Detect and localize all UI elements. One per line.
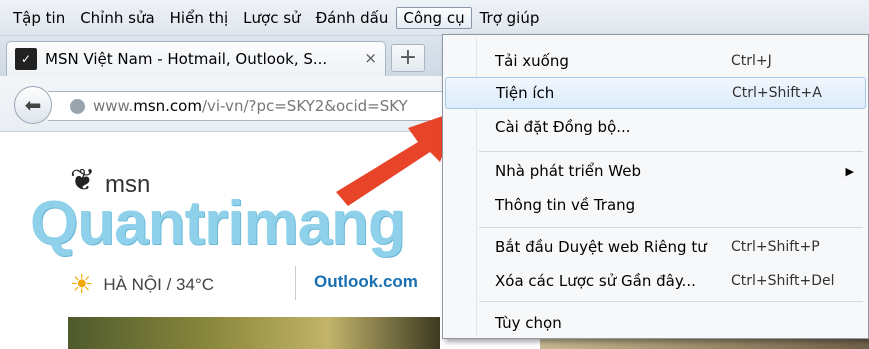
menu-item-sync-settings[interactable]: Cài đặt Đồng bộ...	[445, 111, 866, 143]
outlook-link[interactable]: Outlook.com	[314, 272, 418, 292]
menu-help[interactable]: Trợ giúp	[473, 7, 547, 29]
partly-cloudy-icon: ☀	[70, 269, 94, 299]
url-domain: msn.com	[133, 97, 202, 115]
menu-file[interactable]: Tập tin	[6, 7, 72, 29]
menu-bar: Tập tin Chỉnh sửa Hiển thị Lược sử Đánh …	[0, 0, 869, 36]
menu-item-downloads[interactable]: Tải xuống Ctrl+J	[445, 45, 866, 77]
msn-favicon-icon: ✓	[15, 48, 37, 70]
menu-item-label: Cài đặt Đồng bộ...	[495, 118, 631, 136]
tab-title: MSN Việt Nam - Hotmail, Outlook, S...	[45, 50, 328, 68]
browser-tab[interactable]: ✓ MSN Việt Nam - Hotmail, Outlook, S... …	[6, 41, 386, 76]
menu-item-shortcut: Ctrl+Shift+A	[732, 85, 822, 101]
url-prefix: www.	[93, 97, 134, 115]
menu-item-label: Thông tin về Trang	[495, 196, 636, 214]
weather-text: HÀ NỘI / 34°C	[103, 274, 215, 294]
close-tab-icon[interactable]: ×	[364, 49, 377, 67]
menu-separator	[479, 227, 863, 228]
menu-item-label: Tải xuống	[495, 52, 569, 70]
divider	[295, 266, 296, 300]
weather-widget[interactable]: ☀ HÀ NỘI / 34°C	[70, 269, 214, 300]
news-image[interactable]	[68, 317, 440, 349]
globe-icon	[70, 98, 85, 114]
menu-item-label: Bắt đầu Duyệt web Riêng tư	[495, 238, 707, 256]
menu-separator	[479, 151, 863, 152]
menu-item-label: Tùy chọn	[495, 314, 562, 332]
menu-item-label: Tiện ích	[496, 84, 555, 102]
menu-view[interactable]: Hiển thị	[163, 7, 236, 29]
submenu-arrow-icon: ▶	[845, 164, 854, 178]
menu-separator	[479, 301, 863, 302]
menu-edit[interactable]: Chỉnh sửa	[73, 7, 161, 29]
back-button[interactable]: ⬅	[14, 86, 52, 124]
menu-item-private-browsing[interactable]: Bắt đầu Duyệt web Riêng tư Ctrl+Shift+P	[445, 231, 866, 263]
back-arrow-icon: ⬅	[24, 93, 42, 117]
menu-item-page-info[interactable]: Thông tin về Trang	[445, 189, 866, 221]
menu-tools[interactable]: Công cụ	[396, 6, 472, 29]
new-tab-button[interactable]: +	[391, 44, 425, 72]
menu-history[interactable]: Lược sử	[236, 7, 307, 29]
menu-item-shortcut: Ctrl+Shift+P	[731, 239, 820, 255]
menu-item-shortcut: Ctrl+J	[731, 53, 772, 69]
menu-item-options[interactable]: Tùy chọn	[445, 307, 866, 339]
menu-item-addons[interactable]: Tiện ích Ctrl+Shift+A	[445, 77, 866, 109]
menu-bookmarks[interactable]: Đánh dấu	[309, 7, 396, 29]
menu-item-shortcut: Ctrl+Shift+Del	[731, 273, 835, 289]
tools-dropdown-menu: Tải xuống Ctrl+J Tiện ích Ctrl+Shift+A C…	[442, 34, 869, 339]
menu-item-clear-history[interactable]: Xóa các Lược sử Gần đây... Ctrl+Shift+De…	[445, 265, 866, 297]
menu-item-web-developer[interactable]: Nhà phát triển Web ▶	[445, 155, 866, 187]
menu-item-label: Nhà phát triển Web	[495, 162, 641, 180]
menu-item-label: Xóa các Lược sử Gần đây...	[495, 272, 696, 290]
